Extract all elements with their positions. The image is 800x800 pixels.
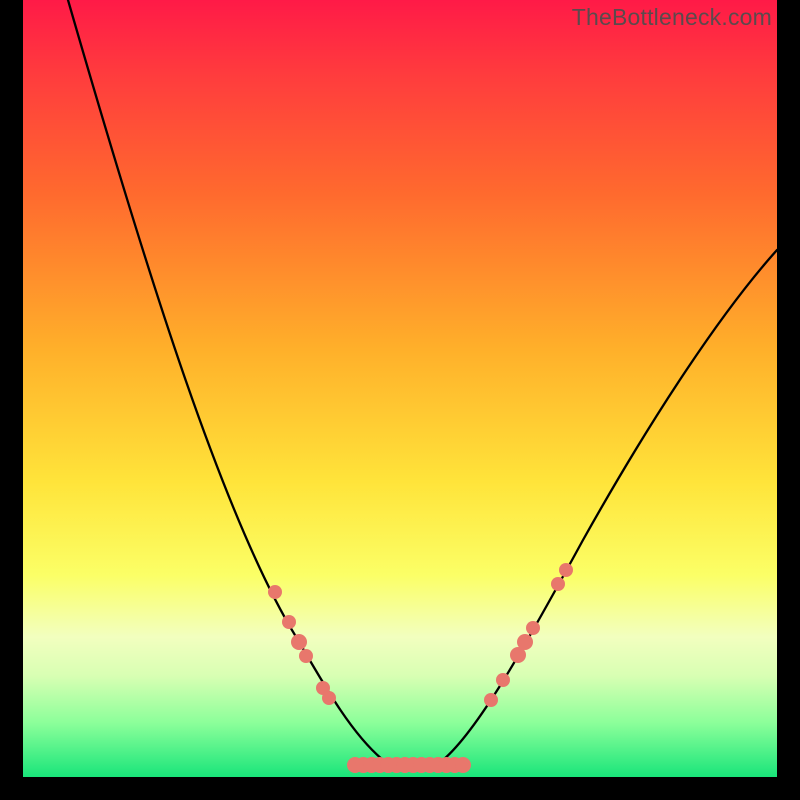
data-point bbox=[322, 691, 336, 705]
data-point bbox=[551, 577, 565, 591]
bottleneck-curve bbox=[68, 0, 777, 768]
data-point bbox=[559, 563, 573, 577]
data-point bbox=[526, 621, 540, 635]
data-point bbox=[282, 615, 296, 629]
data-point bbox=[517, 634, 533, 650]
chart-plot-area bbox=[23, 0, 777, 777]
data-point bbox=[496, 673, 510, 687]
data-point bbox=[455, 757, 471, 773]
chart-svg bbox=[23, 0, 777, 777]
data-point bbox=[291, 634, 307, 650]
data-point bbox=[299, 649, 313, 663]
data-point bbox=[268, 585, 282, 599]
data-point bbox=[484, 693, 498, 707]
watermark-text: TheBottleneck.com bbox=[572, 4, 772, 31]
